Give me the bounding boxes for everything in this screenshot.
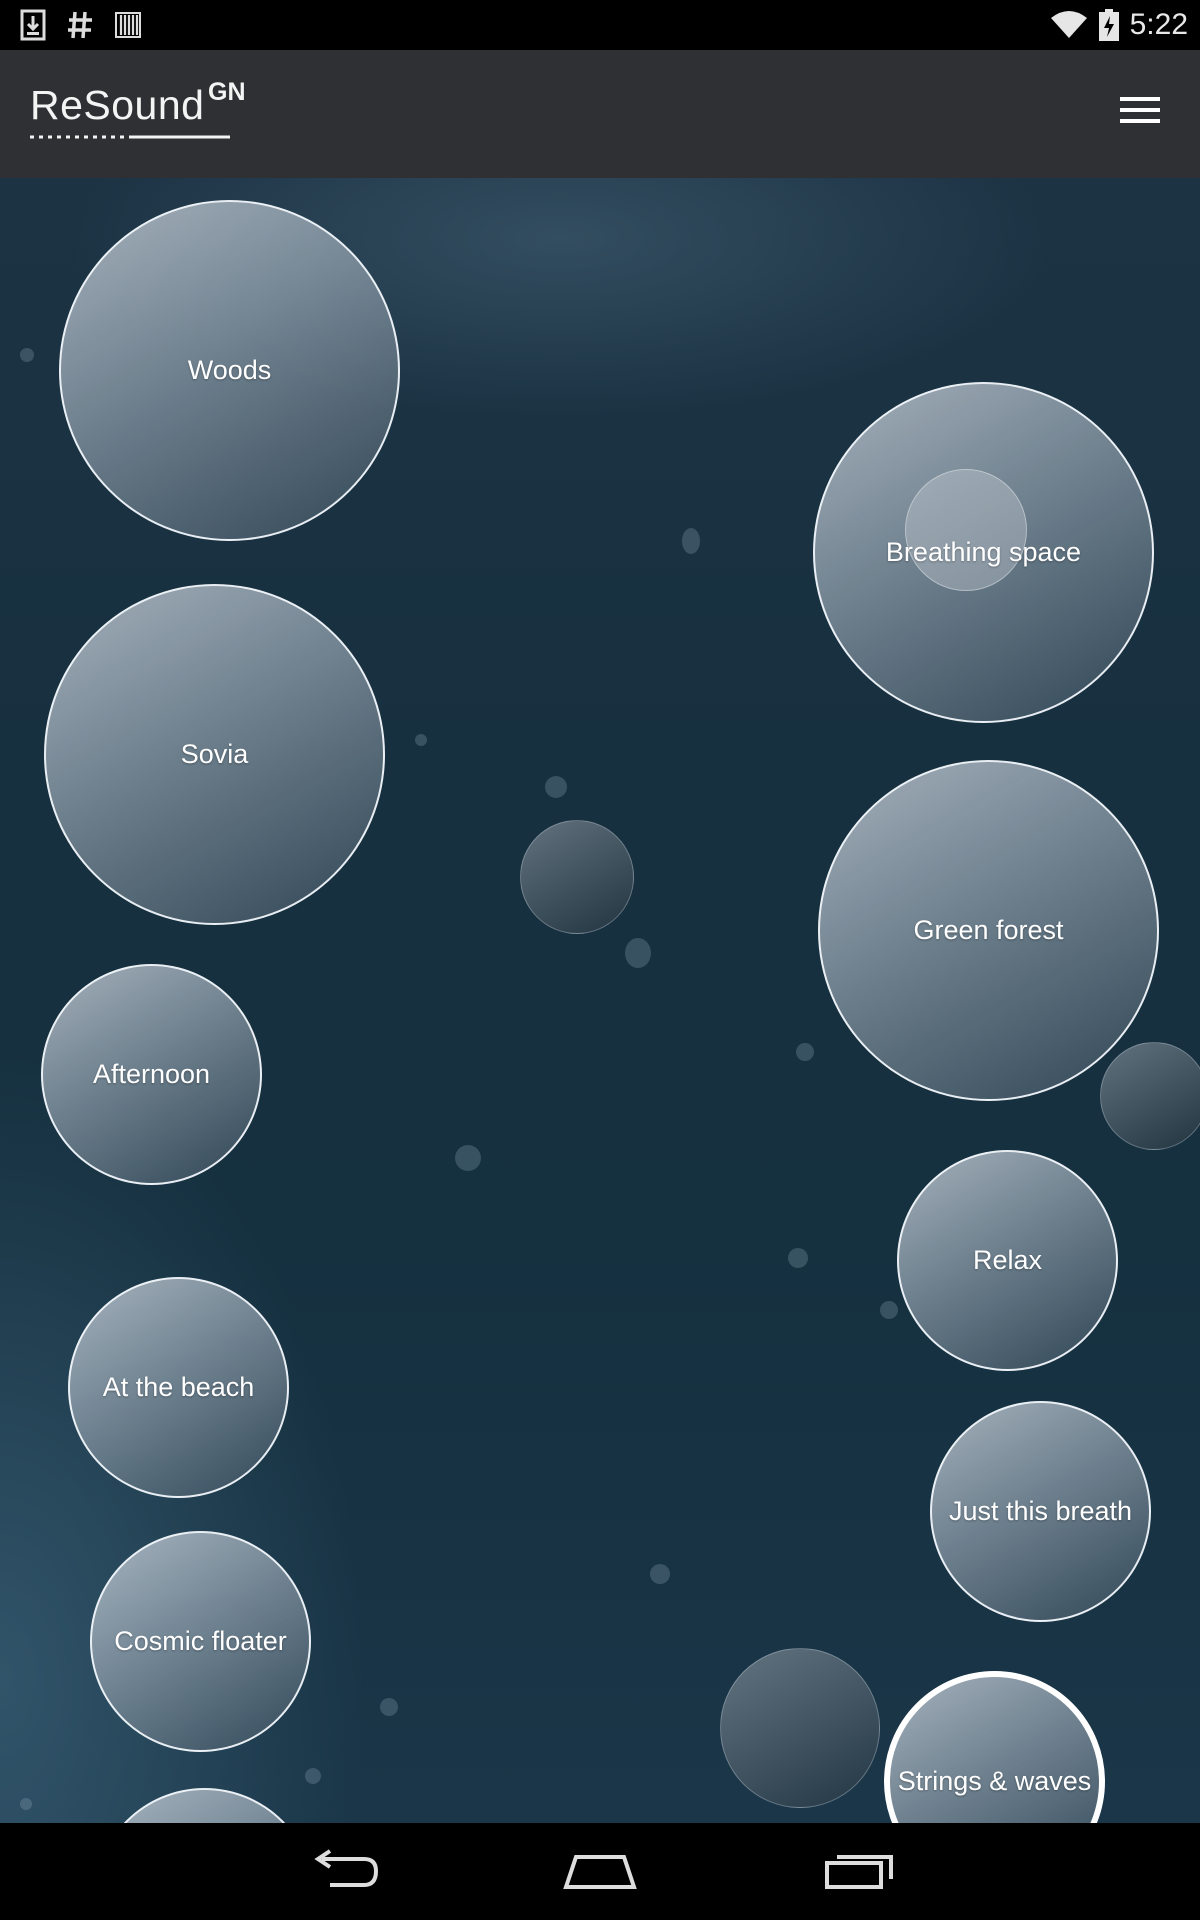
recent-apps-icon[interactable] <box>814 1841 904 1901</box>
soundscape-bubbles-area[interactable]: Woods Sovia Afternoon At the beach Cosmi… <box>0 178 1200 1823</box>
background-speck <box>305 1768 321 1784</box>
notification-icons <box>20 6 142 44</box>
bubble-label: Breathing space <box>885 537 1082 567</box>
bubble-label: Just this breath <box>948 1496 1133 1526</box>
decorative-bubble <box>1100 1042 1200 1150</box>
bubble-at-the-beach[interactable]: At the beach <box>68 1277 289 1498</box>
navigation-bar <box>0 1823 1200 1920</box>
logo-gn: GN <box>208 78 246 106</box>
bubble-strings-and-waves[interactable]: Strings & waves <box>884 1671 1105 1823</box>
bubble-sovia[interactable]: Sovia <box>44 584 385 925</box>
bubble-label: Cosmic floater <box>114 1626 287 1656</box>
inner-decorative-bubble <box>905 469 1027 591</box>
bubble-label: Relax <box>972 1245 1043 1275</box>
bubble-breathing-space[interactable]: Breathing space <box>813 382 1154 723</box>
resound-logo: ReSound GN <box>30 78 246 139</box>
home-icon[interactable] <box>555 1841 645 1901</box>
decorative-bubble <box>720 1648 880 1808</box>
app-bar: ReSound GN <box>0 50 1200 178</box>
bubble-label: Green forest <box>913 915 1064 945</box>
logo-underline <box>30 135 230 139</box>
logo-text: ReSound <box>30 82 205 128</box>
clock: 5:22 <box>1129 8 1188 41</box>
bubble-relax[interactable]: Relax <box>897 1150 1118 1371</box>
background-speck <box>415 734 427 746</box>
barcode-icon <box>115 12 141 38</box>
bubble-label: Woods <box>187 355 272 385</box>
status-bar: 5:22 <box>0 0 1200 50</box>
bubble-partial-hidden[interactable] <box>94 1788 315 1823</box>
background-speck <box>20 1798 32 1810</box>
bubble-afternoon[interactable]: Afternoon <box>41 964 262 1185</box>
background-speck <box>545 776 567 798</box>
bubble-just-this-breath[interactable]: Just this breath <box>930 1401 1151 1622</box>
background-speck <box>796 1043 814 1061</box>
bubble-label: Strings & waves <box>897 1766 1092 1796</box>
background-speck <box>380 1698 398 1716</box>
background-speck <box>650 1564 670 1584</box>
wifi-icon <box>1050 11 1087 38</box>
background-speck <box>20 348 34 362</box>
background-speck <box>625 938 651 968</box>
background-speck <box>682 528 700 554</box>
battery-charging-icon <box>1098 9 1119 41</box>
background-speck <box>880 1301 898 1319</box>
download-icon <box>20 9 46 41</box>
hash-icon <box>68 11 92 39</box>
background-speck <box>788 1248 808 1268</box>
back-icon[interactable] <box>298 1841 388 1901</box>
system-status: 5:22 <box>1050 4 1188 46</box>
bubble-woods[interactable]: Woods <box>59 200 400 541</box>
bubble-label: At the beach <box>102 1372 255 1402</box>
bubble-label: Sovia <box>180 739 249 769</box>
decorative-bubble <box>520 820 634 934</box>
hamburger-menu-icon[interactable] <box>1120 97 1160 131</box>
bubble-label: Afternoon <box>92 1059 211 1089</box>
background-speck <box>455 1145 481 1171</box>
bubble-green-forest[interactable]: Green forest <box>818 760 1159 1101</box>
bubble-cosmic-floater[interactable]: Cosmic floater <box>90 1531 311 1752</box>
